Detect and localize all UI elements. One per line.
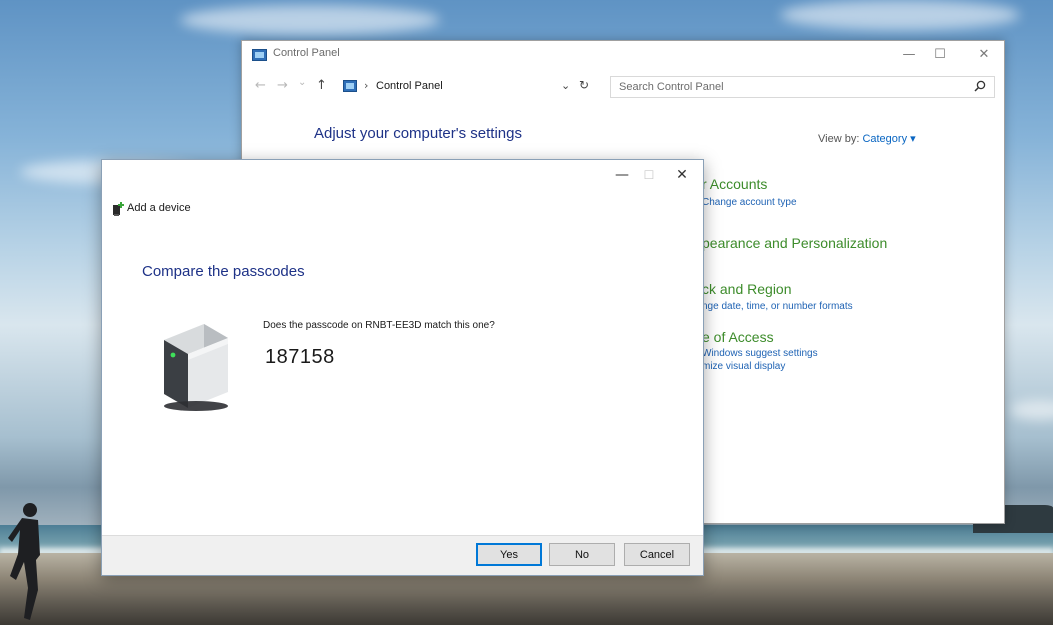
close-button[interactable]: ✕ [969,45,999,67]
category-link[interactable]: mize visual display [702,360,818,373]
back-arrow-icon[interactable]: ← [255,78,266,93]
chevron-right-icon: › [364,79,369,92]
category-clock-region: ck and Region nge date, time, or number … [702,281,853,313]
refresh-icon[interactable]: ↻ [579,78,589,92]
category-link[interactable]: Change account type [702,196,797,209]
control-panel-titlebar[interactable]: Control Panel — ☐ ✕ [242,41,1004,71]
breadcrumb-control-panel[interactable]: Control Panel [376,80,443,92]
recent-locations-icon[interactable]: ⌄ [298,77,306,88]
view-by-label: View by: [818,133,860,145]
passcode-question: Does the passcode on RNBT-EE3D match thi… [263,320,495,331]
dialog-footer: Yes No Cancel [102,535,703,575]
add-device-dialog: — ☐ ✕ Add a device Compare the passcodes… [101,159,704,576]
control-panel-icon [343,80,357,92]
category-user-accounts: r Accounts Change account type [702,176,797,209]
yes-button[interactable]: Yes [476,543,542,566]
view-by-dropdown[interactable]: Category ▾ [862,133,915,145]
cancel-button[interactable]: Cancel [624,543,690,566]
category-ease-of-access: e of Access Windows suggest settings miz… [702,329,818,373]
address-row: ← → ⌄ ↑ › Control Panel ⌄ ↻ Search Contr… [242,75,1004,99]
maximize-button[interactable]: ☐ [925,45,955,67]
passcode-value: 187158 [265,346,335,368]
category-link[interactable]: Windows suggest settings [702,347,818,360]
maximize-button: ☐ [643,168,655,182]
add-device-icon [113,202,124,216]
view-by: View by: Category ▾ [818,132,916,145]
category-title[interactable]: e of Access [702,329,818,345]
search-icon[interactable] [974,80,986,92]
chevron-down-icon[interactable]: ⌄ [561,79,570,92]
minimize-button[interactable]: — [894,45,924,67]
category-link[interactable]: nge date, time, or number formats [702,300,853,313]
control-panel-icon [252,49,267,61]
no-button[interactable]: No [549,543,615,566]
cloud [1010,400,1053,420]
close-button[interactable]: ✕ [667,164,697,188]
cloud [780,0,1020,30]
up-arrow-icon[interactable]: ↑ [316,78,327,93]
dialog-heading: Compare the passcodes [142,263,305,280]
search-placeholder: Search Control Panel [619,81,724,93]
device-icon [164,324,228,411]
category-title[interactable]: ck and Region [702,281,853,297]
address-bar[interactable]: › Control Panel ⌄ ↻ [339,76,609,98]
dialog-title: Add a device [127,202,191,214]
category-title[interactable]: pearance and Personalization [702,235,887,251]
category-list: r Accounts Change account type pearance … [702,176,1002,416]
page-title: Adjust your computer's settings [314,125,522,142]
forward-arrow-icon[interactable]: → [277,78,288,93]
minimize-button[interactable]: — [607,164,637,188]
category-appearance: pearance and Personalization [702,235,887,251]
runner-silhouette [8,503,40,620]
cloud [180,5,440,35]
category-title[interactable]: r Accounts [702,176,797,192]
search-input[interactable]: Search Control Panel [610,76,995,98]
window-title: Control Panel [273,47,340,59]
